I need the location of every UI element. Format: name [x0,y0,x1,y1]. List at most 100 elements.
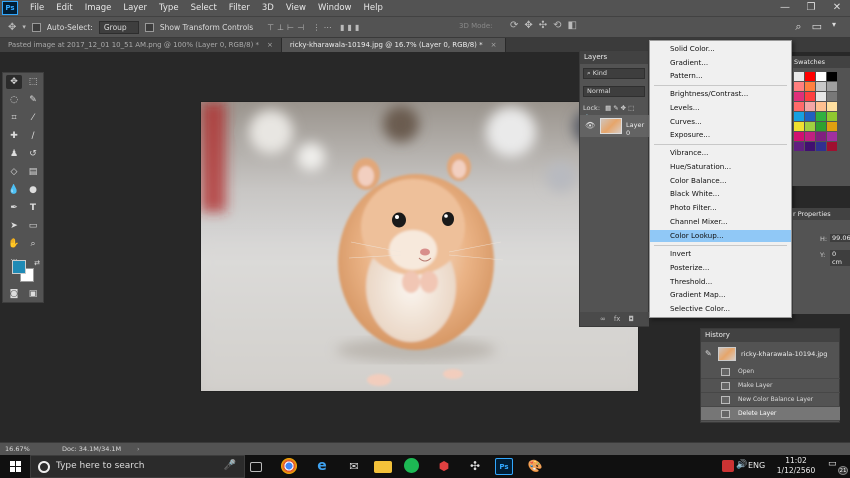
menu-image[interactable]: Image [79,0,118,16]
color-swatch[interactable] [794,102,804,111]
history-panel-title[interactable]: History [701,329,839,342]
zoom-level[interactable]: 16.67% [5,443,30,455]
spotify-icon[interactable] [404,458,419,473]
move-tool-icon[interactable]: ✥ [6,75,22,89]
color-swatch[interactable] [805,92,815,101]
menu-item-solid-color[interactable]: Solid Color... [650,43,791,55]
color-swatch[interactable] [805,122,815,131]
pen-tool-icon[interactable]: ✒ [6,201,22,215]
color-swatch[interactable] [805,132,815,141]
chrome-icon[interactable] [281,458,297,474]
color-swatch[interactable] [827,92,837,101]
history-item-delete-layer[interactable]: Delete Layer [701,407,840,421]
chevron-down-icon[interactable]: ▾ [832,20,836,34]
microphone-icon[interactable]: 🎤 [224,460,236,471]
workspace-icon[interactable]: ▭ [812,20,822,34]
menu-item-brightness-contrast[interactable]: Brightness/Contrast... [650,88,791,100]
move-tool-icon[interactable]: ✥ [8,22,16,33]
paint-icon[interactable]: 🎨 [526,458,544,475]
3d-tool-icons[interactable]: ⟳✥✣⟲◧ [510,20,583,31]
color-swatch[interactable] [827,122,837,131]
tool-preset-chevron-icon[interactable]: ▾ [22,23,26,31]
menu-type[interactable]: Type [153,0,185,16]
menu-window[interactable]: Window [312,0,358,16]
color-swatch[interactable] [816,82,826,91]
network-icon[interactable] [722,460,734,472]
menu-item-posterize[interactable]: Posterize... [650,262,791,274]
menu-view[interactable]: View [280,0,312,16]
menu-item-hue-saturation[interactable]: Hue/Saturation... [650,161,791,173]
file-explorer-icon[interactable] [374,461,392,473]
menu-item-invert[interactable]: Invert [650,248,791,260]
photoshop-taskbar-icon[interactable]: Ps [495,458,513,475]
blend-mode-dropdown[interactable]: Normal [583,86,645,97]
document-canvas[interactable] [200,101,639,392]
menu-item-channel-mixer[interactable]: Channel Mixer... [650,216,791,228]
link-layers-icon[interactable]: ∞ [600,315,606,323]
menu-item-levels[interactable]: Levels... [650,102,791,114]
menu-item-vibrance[interactable]: Vibrance... [650,147,791,159]
type-tool-icon[interactable]: T [25,201,41,215]
menu-help[interactable]: Help [358,0,389,16]
menu-filter[interactable]: Filter [223,0,256,16]
color-swatch[interactable] [805,102,815,111]
history-item-open[interactable]: Open [701,365,840,379]
color-swatch[interactable] [816,72,826,81]
color-swatch[interactable] [794,132,804,141]
menu-item-color-lookup[interactable]: Color Lookup... [650,230,791,242]
menu-item-gradient-map[interactable]: Gradient Map... [650,289,791,301]
menu-item-exposure[interactable]: Exposure... [650,129,791,141]
quick-mask-icon[interactable]: ◙ [6,287,22,301]
color-swatch[interactable] [794,142,804,151]
height-field[interactable]: 99.06 [830,234,850,242]
stamp-tool-icon[interactable]: ♟ [6,147,22,161]
y-field[interactable]: 0 cm [830,250,850,266]
add-mask-icon[interactable]: ◘ [628,315,634,323]
color-swatch[interactable] [827,102,837,111]
snapshot-thumbnail[interactable] [718,347,736,361]
app-icon[interactable]: ✣ [466,458,484,475]
color-swatch[interactable] [794,112,804,121]
blur-tool-icon[interactable]: 💧 [6,183,22,197]
swatches-panel-title[interactable]: Swatches [793,56,850,68]
color-swatch[interactable] [827,132,837,141]
volume-icon[interactable]: 🔊 [736,460,747,470]
eraser-tool-icon[interactable]: ◇ [6,165,22,179]
show-transform-checkbox[interactable] [144,22,154,32]
layer-row[interactable]: 👁 Layer 0 [580,115,649,137]
layer-style-icon[interactable]: fx [614,315,621,323]
search-icon[interactable]: ⌕ [795,20,801,34]
history-brush-icon[interactable]: ✎ [705,349,712,358]
foreground-color-swatch[interactable] [12,260,26,274]
align-icons[interactable]: ⊤⊥⊢⊣ ⋮⋯ ▮▮▮ [267,23,362,32]
menu-item-photo-filter[interactable]: Photo Filter... [650,202,791,214]
zoom-tool-icon[interactable]: ⌕ [25,237,41,251]
lasso-tool-icon[interactable]: ◌ [6,93,22,107]
mail-icon[interactable]: ✉ [345,458,363,475]
menu-item-selective-color[interactable]: Selective Color... [650,303,791,315]
menu-select[interactable]: Select [185,0,223,16]
clock-time[interactable]: 11:02 [772,456,820,465]
color-swatch[interactable] [805,82,815,91]
tab-ricky-kharawala[interactable]: ricky-kharawala-10194.jpg @ 16.7% (Layer… [281,38,506,52]
color-swatch[interactable] [794,92,804,101]
minimize-button[interactable]: — [772,0,798,16]
crop-tool-icon[interactable]: ⌗ [6,111,22,125]
language-indicator[interactable]: ENG [748,461,765,470]
history-item-make-layer[interactable]: Make Layer [701,379,840,393]
rectangle-tool-icon[interactable]: ▭ [25,219,41,233]
edge-icon[interactable]: e [313,458,331,475]
quick-select-tool-icon[interactable]: ✎ [25,93,41,107]
color-swatch[interactable] [827,142,837,151]
brush-tool-icon[interactable]: ∕ [25,129,41,143]
path-select-tool-icon[interactable]: ➤ [6,219,22,233]
dodge-tool-icon[interactable]: ● [25,183,41,197]
color-swatch[interactable] [827,82,837,91]
gradient-tool-icon[interactable]: ▤ [25,165,41,179]
menu-edit[interactable]: Edit [50,0,78,16]
menu-layer[interactable]: Layer [117,0,153,16]
color-swatch[interactable] [827,72,837,81]
menu-item-black-white[interactable]: Black White... [650,188,791,200]
color-swatch[interactable] [794,72,804,81]
color-swatch[interactable] [816,122,826,131]
